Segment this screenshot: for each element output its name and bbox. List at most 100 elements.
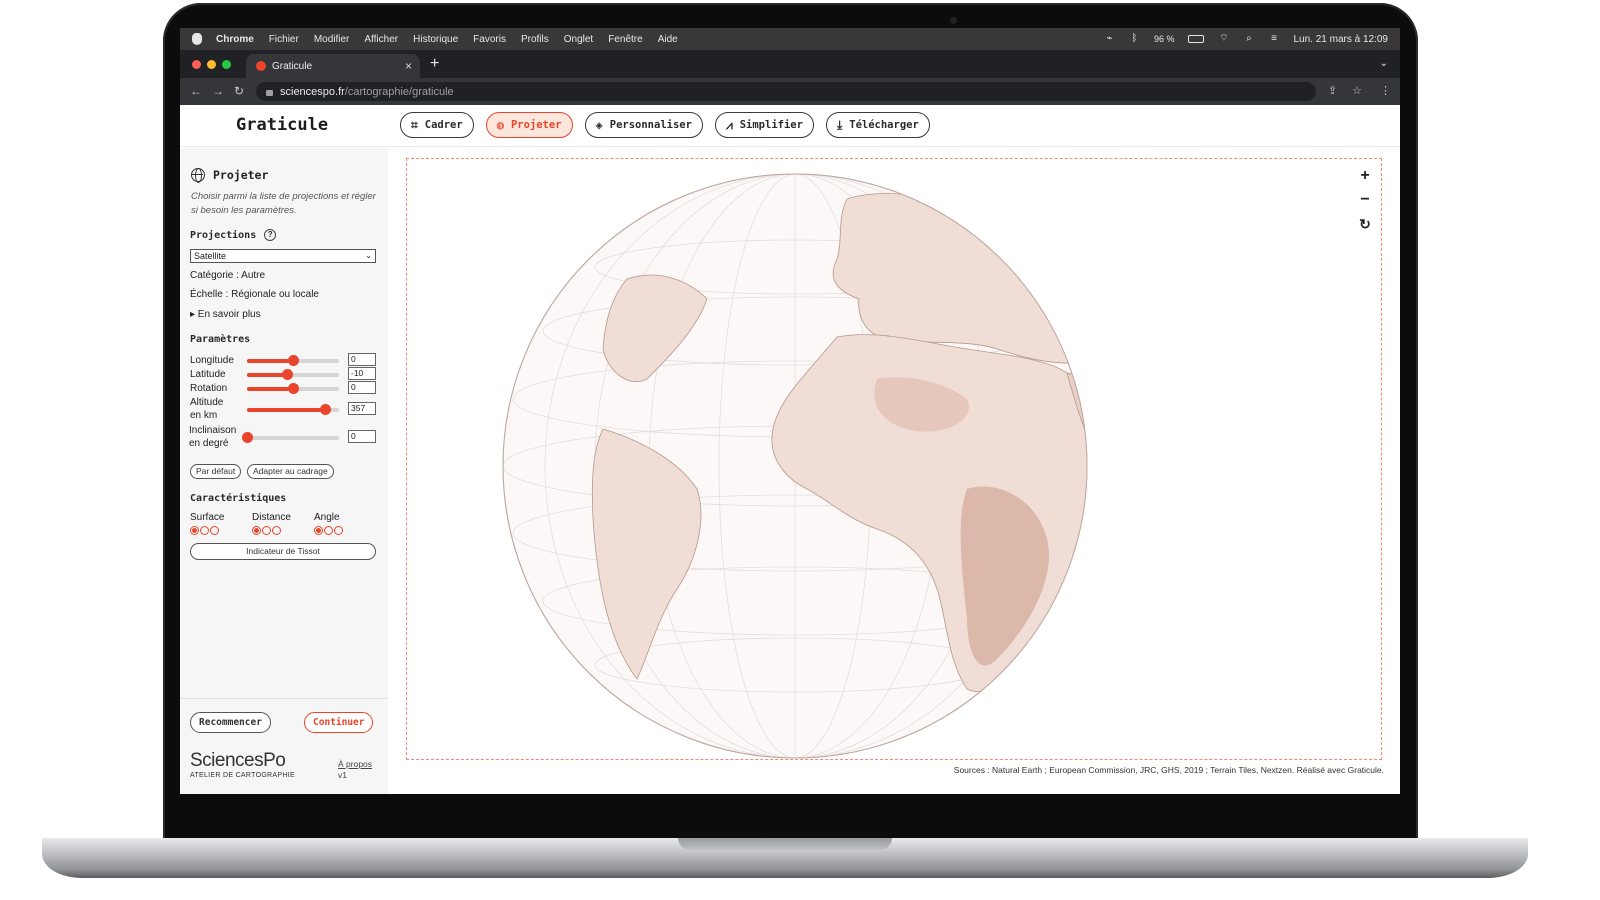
- altitude-slider[interactable]: [247, 404, 339, 415]
- menu-profils[interactable]: Profils: [521, 34, 549, 45]
- forward-icon[interactable]: →: [212, 84, 224, 98]
- window-zoom-button[interactable]: [222, 60, 231, 69]
- map-sources: Sources : Natural Earth ; European Commi…: [953, 765, 1384, 775]
- panel-description: Choisir parmi la liste de projections et…: [191, 191, 376, 216]
- characteristics-heading: Caractéristiques: [190, 493, 286, 504]
- continue-button[interactable]: Continuer: [304, 712, 374, 733]
- wifi-icon[interactable]: ⌔: [1218, 34, 1229, 44]
- step-simplifier-button[interactable]: ⩘ Simplifier: [714, 112, 814, 138]
- rating-dot: [334, 526, 343, 535]
- tab-close-icon[interactable]: ×: [405, 59, 412, 73]
- share-icon[interactable]: ⇪: [1328, 84, 1337, 97]
- address-bar[interactable]: sciencespo.fr/cartographie/graticule: [256, 82, 1316, 101]
- zoom-in-button[interactable]: +: [1354, 165, 1376, 187]
- macos-menubar: Chrome Fichier Modifier Afficher Histori…: [180, 28, 1400, 50]
- menu-fichier[interactable]: Fichier: [269, 34, 299, 45]
- step-nav: ⌗ Cadrer ◍ Projeter ◈ Personnaliser ⩘ Si…: [400, 112, 930, 138]
- angle-rating: [314, 526, 343, 535]
- slider-thumb[interactable]: [320, 404, 332, 415]
- slider-thumb[interactable]: [288, 355, 299, 366]
- window-close-button[interactable]: [192, 60, 201, 69]
- restart-button[interactable]: Recommencer: [190, 712, 271, 733]
- tab-title: Graticule: [272, 60, 313, 72]
- step-cadrer-button[interactable]: ⌗ Cadrer: [400, 112, 474, 138]
- menu-fenetre[interactable]: Fenêtre: [608, 34, 642, 45]
- sciencespo-logo: SciencesPo ATELIER DE CARTOGRAPHIE: [190, 751, 295, 780]
- step-projeter-button[interactable]: ◍ Projeter: [485, 112, 573, 138]
- new-tab-icon[interactable]: +: [430, 56, 439, 72]
- rating-dot: [210, 526, 219, 535]
- browser-tab[interactable]: Graticule ×: [246, 54, 420, 78]
- longitude-input[interactable]: 0: [348, 353, 376, 366]
- rotation-input[interactable]: 0: [348, 381, 376, 394]
- bookmark-star-icon[interactable]: ☆: [1352, 84, 1362, 97]
- window-minimize-button[interactable]: [207, 60, 216, 69]
- menu-aide[interactable]: Aide: [658, 34, 678, 45]
- sidebar-divider: [180, 698, 388, 699]
- app-title[interactable]: Graticule: [236, 115, 328, 135]
- map-frame[interactable]: [406, 158, 1382, 760]
- menu-afficher[interactable]: Afficher: [364, 34, 398, 45]
- slider-thumb[interactable]: [242, 432, 253, 443]
- inclinaison-slider[interactable]: [242, 432, 339, 443]
- rotation-slider[interactable]: [247, 383, 339, 394]
- globe-icon: [191, 168, 205, 183]
- menu-favoris[interactable]: Favoris: [473, 34, 506, 45]
- reload-icon[interactable]: ↻: [234, 84, 244, 98]
- menu-historique[interactable]: Historique: [413, 34, 458, 45]
- reset-view-button[interactable]: ↻: [1354, 213, 1376, 235]
- tissot-button[interactable]: Indicateur de Tissot: [190, 543, 376, 560]
- surface-rating: [190, 526, 219, 535]
- browser-toolbar: ← → ↻ sciencespo.fr/cartographie/graticu…: [180, 78, 1400, 105]
- line-chart-icon: ⩘: [725, 118, 733, 132]
- longitude-slider[interactable]: [247, 355, 339, 366]
- layers-icon: ◈: [595, 118, 603, 132]
- zoom-out-button[interactable]: −: [1354, 189, 1376, 211]
- projection-select[interactable]: Satellite ⌄: [190, 249, 376, 263]
- characteristics-label: Caractéristiques: [190, 493, 287, 504]
- fit-frame-button[interactable]: Adapter au cadrage: [247, 464, 334, 479]
- menu-modifier[interactable]: Modifier: [314, 34, 350, 45]
- param-longitude-label: Longitude: [190, 355, 234, 366]
- slider-thumb[interactable]: [282, 369, 294, 380]
- step-personnaliser-button[interactable]: ◈ Personnaliser: [584, 112, 703, 138]
- param-latitude-label: Latitude: [190, 369, 226, 380]
- latitude-slider[interactable]: [247, 369, 339, 380]
- sidebar: Projeter Choisir parmi la liste de proje…: [180, 148, 388, 794]
- projection-selected: Satellite: [194, 251, 227, 261]
- param-altitude-label: Altitude en km: [190, 397, 224, 421]
- apple-icon[interactable]: [192, 33, 202, 45]
- help-icon[interactable]: ?: [264, 229, 277, 241]
- params-heading: Paramètres: [190, 334, 250, 345]
- tab-search-icon[interactable]: ⌄: [1380, 58, 1388, 69]
- battery-icon[interactable]: [1188, 35, 1205, 43]
- browser-tabbar: Graticule × + ⌄: [180, 50, 1400, 78]
- search-icon[interactable]: ⌕: [1243, 34, 1254, 44]
- inclinaison-input[interactable]: 0: [348, 430, 376, 443]
- control-center-icon[interactable]: ≡: [1268, 34, 1279, 44]
- globe-icon: ◍: [496, 118, 504, 132]
- distance-label: Distance: [252, 512, 291, 523]
- globe-map[interactable]: [407, 159, 1383, 761]
- learn-more-toggle[interactable]: ▸ En savoir plus: [190, 309, 261, 320]
- battery-percent: 96 %: [1153, 34, 1175, 44]
- back-icon[interactable]: ←: [190, 84, 202, 98]
- step-label: Projeter: [510, 119, 562, 131]
- surface-label: Surface: [190, 512, 225, 523]
- altitude-input[interactable]: 357: [348, 402, 376, 415]
- menu-onglet[interactable]: Onglet: [564, 34, 593, 45]
- bluetooth-icon[interactable]: ᛒ: [1129, 34, 1140, 44]
- menu-chrome[interactable]: Chrome: [216, 34, 254, 45]
- url-path: /cartographie/graticule: [344, 85, 454, 98]
- menubar-datetime: Lun. 21 mars à 12:09: [1293, 33, 1388, 45]
- slider-thumb[interactable]: [288, 383, 299, 394]
- rating-dot: [190, 526, 199, 535]
- wifi-off-icon[interactable]: ⌁: [1104, 34, 1115, 44]
- more-menu-icon[interactable]: ⋮: [1380, 84, 1391, 97]
- default-button[interactable]: Par défaut: [190, 464, 242, 479]
- projections-label: Projections: [190, 229, 257, 241]
- download-icon: ⤓: [836, 118, 843, 132]
- about-link[interactable]: À propos: [338, 759, 372, 770]
- step-telecharger-button[interactable]: ⤓ Télécharger: [825, 112, 930, 138]
- latitude-input[interactable]: -10: [348, 367, 376, 380]
